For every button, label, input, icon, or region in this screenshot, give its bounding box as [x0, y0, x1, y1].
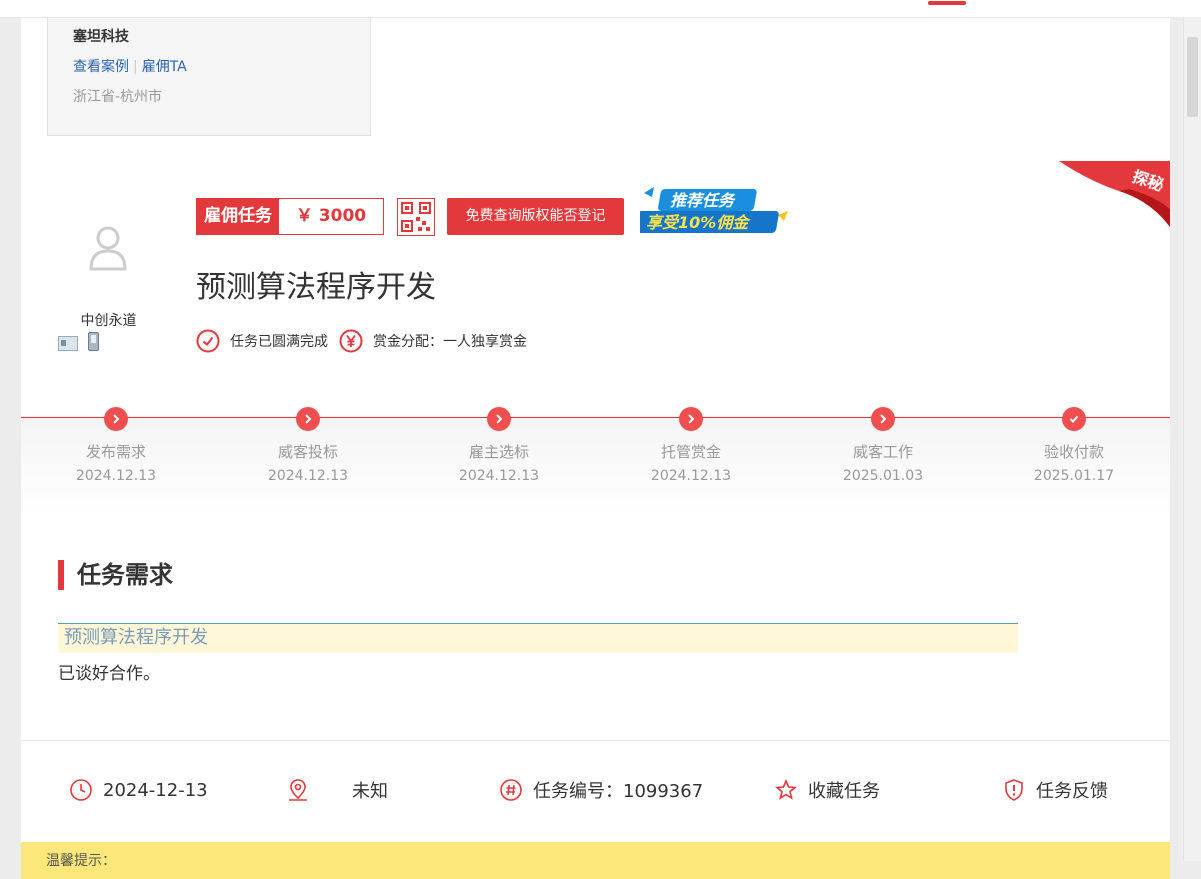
view-cases-link[interactable]: 查看案例 — [73, 59, 129, 75]
company-card: 塞坦科技 查看案例 | 雇佣TA 浙江省-杭州市 — [47, 18, 371, 136]
star-icon — [774, 778, 798, 800]
scrollbar-thumb[interactable] — [1187, 37, 1198, 117]
step-name: 发布需求 — [85, 443, 146, 461]
hire-link[interactable]: 雇佣TA — [142, 59, 187, 75]
task-status: 任务已圆满完成 — [230, 334, 328, 350]
chevron-right-icon — [880, 414, 887, 424]
chevron-right-icon — [496, 414, 503, 424]
check-circle-icon — [196, 329, 220, 353]
feedback-button[interactable]: 任务反馈 — [1002, 776, 1108, 804]
promo-graphic: 推荐任务 享受10%佣金 — [634, 187, 788, 233]
publish-date: 2024-12-13 — [103, 779, 208, 801]
divider — [21, 740, 1170, 741]
step-date: 2024.12.13 — [650, 468, 732, 484]
progress-line — [21, 417, 1170, 418]
qr-code-icon[interactable] — [397, 198, 435, 236]
step-name: 雇主选标 — [468, 443, 529, 461]
task-location: 未知 — [352, 781, 388, 802]
hash-icon — [500, 779, 522, 801]
step-name: 威客工作 — [852, 443, 913, 461]
location-pin-icon — [289, 779, 307, 801]
favorite-task-button[interactable]: 收藏任务 — [774, 776, 880, 804]
meta-date: 2024-12-13 — [69, 776, 208, 804]
check-icon — [1069, 415, 1079, 423]
step-escrow: 托管赏金 2024.12.13 — [621, 407, 761, 484]
step-work: 威客工作 2025.01.03 — [813, 407, 953, 484]
step-accept: 验收付款 2025.01.17 — [1004, 407, 1144, 484]
progress-bar — [21, 416, 1170, 513]
step-date: 2024.12.13 — [267, 468, 349, 484]
step-bid: 威客投标 2024.12.13 — [238, 407, 378, 484]
meta-location: 未知 — [286, 776, 388, 804]
company-links: 查看案例 | 雇佣TA — [73, 56, 187, 76]
tip-text: 温馨提示： — [46, 853, 116, 869]
top-bar-accent — [928, 1, 966, 5]
phone-icon — [88, 332, 99, 351]
chevron-right-icon — [305, 414, 312, 424]
requirement-title: 预测算法程序开发 — [58, 623, 1018, 653]
promo-line1: 推荐任务 — [670, 191, 736, 210]
link-separator: | — [133, 59, 138, 75]
company-location: 浙江省-杭州市 — [73, 89, 163, 105]
step-dot — [1062, 407, 1086, 431]
meta-task-number: 任务编号：1099367 — [499, 776, 703, 804]
shield-alert-icon — [1005, 779, 1023, 801]
chevron-right-icon — [113, 414, 120, 424]
id-card-icon — [58, 336, 78, 351]
task-price: ￥ 3000 — [279, 199, 383, 234]
corner-ribbon[interactable]: 探秘 — [1059, 161, 1170, 227]
avatar[interactable] — [88, 225, 128, 271]
reward-allocation: 赏金分配：一人独享赏金 — [373, 334, 527, 350]
step-dot — [679, 407, 703, 431]
step-date: 2025.01.03 — [842, 468, 924, 484]
step-dot — [487, 407, 511, 431]
qr-graphic — [401, 202, 431, 232]
step-date: 2024.12.13 — [75, 468, 157, 484]
favorite-label: 收藏任务 — [808, 781, 880, 802]
step-publish: 发布需求 2024.12.13 — [46, 407, 186, 484]
scrollbar-track[interactable] — [1183, 17, 1201, 861]
price-tag: 雇佣任务 ￥ 3000 — [196, 198, 384, 235]
yuan-icon — [339, 329, 363, 353]
promo-banner[interactable]: 推荐任务 享受10%佣金 — [634, 185, 790, 237]
section-title: 任务需求 — [58, 560, 173, 590]
step-dot — [296, 407, 320, 431]
top-bar — [0, 0, 1201, 18]
step-name: 威客投标 — [277, 443, 338, 461]
promo-line2: 享受10%佣金 — [646, 213, 751, 232]
requirement-description: 已谈好合作。 — [58, 664, 160, 684]
user-icon — [89, 226, 127, 271]
copyright-query-button[interactable]: 免费查询版权能否登记 — [447, 198, 624, 235]
step-date: 2025.01.17 — [1033, 468, 1115, 484]
task-status-row: 任务已圆满完成 赏金分配：一人独享赏金 — [196, 328, 527, 354]
step-dot — [104, 407, 128, 431]
step-date: 2024.12.13 — [458, 468, 540, 484]
feedback-label: 任务反馈 — [1036, 781, 1108, 802]
ribbon-graphic: 探秘 — [1059, 161, 1170, 227]
task-type-label: 雇佣任务 — [197, 199, 279, 234]
company-name: 塞坦科技 — [73, 29, 129, 45]
step-dot — [871, 407, 895, 431]
step-name: 托管赏金 — [660, 443, 721, 461]
scrollbar[interactable] — [1171, 17, 1201, 861]
main-content: 塞坦科技 查看案例 | 雇佣TA 浙江省-杭州市 探秘 中创永道 雇佣任务 ￥ 30… — [21, 18, 1170, 879]
task-title: 预测算法程序开发 — [196, 270, 436, 305]
task-number: 任务编号：1099367 — [533, 781, 704, 802]
clock-icon — [70, 779, 92, 801]
employer-name[interactable]: 中创永道 — [61, 310, 156, 330]
step-select: 雇主选标 2024.12.13 — [429, 407, 569, 484]
chevron-right-icon — [688, 414, 695, 424]
step-name: 验收付款 — [1043, 443, 1104, 461]
